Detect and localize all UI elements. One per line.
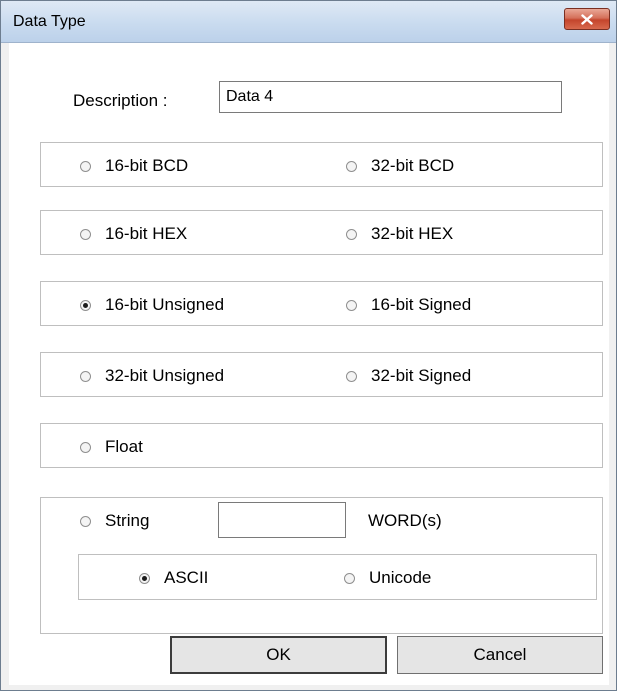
radio-32bit-unsigned[interactable]: 32-bit Unsigned — [80, 366, 224, 386]
radio-16bit-hex[interactable]: 16-bit HEX — [80, 224, 187, 244]
radio-32bit-bcd-label: 32-bit BCD — [371, 156, 455, 175]
radio-unicode-dot[interactable] — [344, 572, 355, 584]
radio-32bit-hex[interactable]: 32-bit HEX — [346, 224, 453, 244]
radio-16bit-unsigned-label: 16-bit Unsigned — [105, 295, 225, 314]
radio-string[interactable]: String — [80, 511, 149, 531]
radio-16bit-unsigned[interactable]: 16-bit Unsigned — [80, 295, 224, 315]
description-input[interactable] — [219, 81, 562, 113]
radio-ascii-label: ASCII — [164, 568, 209, 587]
radio-16bit-bcd[interactable]: 16-bit BCD — [80, 156, 188, 176]
radio-16bit-unsigned-dot[interactable] — [80, 299, 91, 311]
radio-string-dot[interactable] — [80, 515, 91, 527]
radio-16bit-hex-dot[interactable] — [80, 228, 91, 240]
bcd-group: 16-bit BCD 32-bit BCD — [40, 142, 603, 187]
radio-float-label: Float — [105, 437, 143, 456]
ok-button[interactable]: OK — [170, 636, 387, 674]
radio-32bit-bcd[interactable]: 32-bit BCD — [346, 156, 454, 176]
radio-32bit-signed-label: 32-bit Signed — [371, 366, 472, 385]
radio-float-dot[interactable] — [80, 441, 91, 453]
radio-unicode[interactable]: Unicode — [344, 568, 431, 588]
radio-32bit-bcd-dot[interactable] — [346, 160, 357, 172]
cancel-button[interactable]: Cancel — [397, 636, 603, 674]
radio-32bit-signed[interactable]: 32-bit Signed — [346, 366, 471, 386]
radio-ascii[interactable]: ASCII — [139, 568, 208, 588]
radio-32bit-hex-label: 32-bit HEX — [371, 224, 454, 243]
radio-16bit-bcd-dot[interactable] — [80, 160, 91, 172]
close-icon — [581, 13, 593, 25]
radio-32bit-unsigned-label: 32-bit Unsigned — [105, 366, 225, 385]
dialog-body: Description : 16-bit BCD 32-bit BCD 16-b… — [9, 43, 609, 685]
radio-16bit-hex-label: 16-bit HEX — [105, 224, 188, 243]
close-button[interactable] — [564, 8, 610, 30]
hex-group: 16-bit HEX 32-bit HEX — [40, 210, 603, 255]
radio-16bit-bcd-label: 16-bit BCD — [105, 156, 189, 175]
radio-16bit-signed-dot[interactable] — [346, 299, 357, 311]
data-type-dialog: Data Type Description : 16-bit BCD 32-bi… — [0, 0, 617, 691]
window-title: Data Type — [13, 13, 86, 30]
string-length-input[interactable] — [218, 502, 346, 538]
string-unit-label: WORD(s) — [368, 511, 442, 530]
description-label: Description : — [73, 91, 168, 110]
title-bar: Data Type — [1, 1, 616, 43]
radio-16bit-signed[interactable]: 16-bit Signed — [346, 295, 471, 315]
radio-string-label: String — [105, 511, 150, 530]
radio-ascii-dot[interactable] — [139, 572, 150, 584]
radio-float[interactable]: Float — [80, 437, 143, 457]
16bit-int-group: 16-bit Unsigned 16-bit Signed — [40, 281, 603, 326]
string-encoding-group: ASCII Unicode — [78, 554, 597, 600]
radio-32bit-signed-dot[interactable] — [346, 370, 357, 382]
radio-32bit-unsigned-dot[interactable] — [80, 370, 91, 382]
radio-32bit-hex-dot[interactable] — [346, 228, 357, 240]
string-group: String WORD(s) ASCII Unicode — [40, 497, 603, 634]
radio-unicode-label: Unicode — [369, 568, 432, 587]
radio-16bit-signed-label: 16-bit Signed — [371, 295, 472, 314]
32bit-int-group: 32-bit Unsigned 32-bit Signed — [40, 352, 603, 397]
float-group: Float — [40, 423, 603, 468]
